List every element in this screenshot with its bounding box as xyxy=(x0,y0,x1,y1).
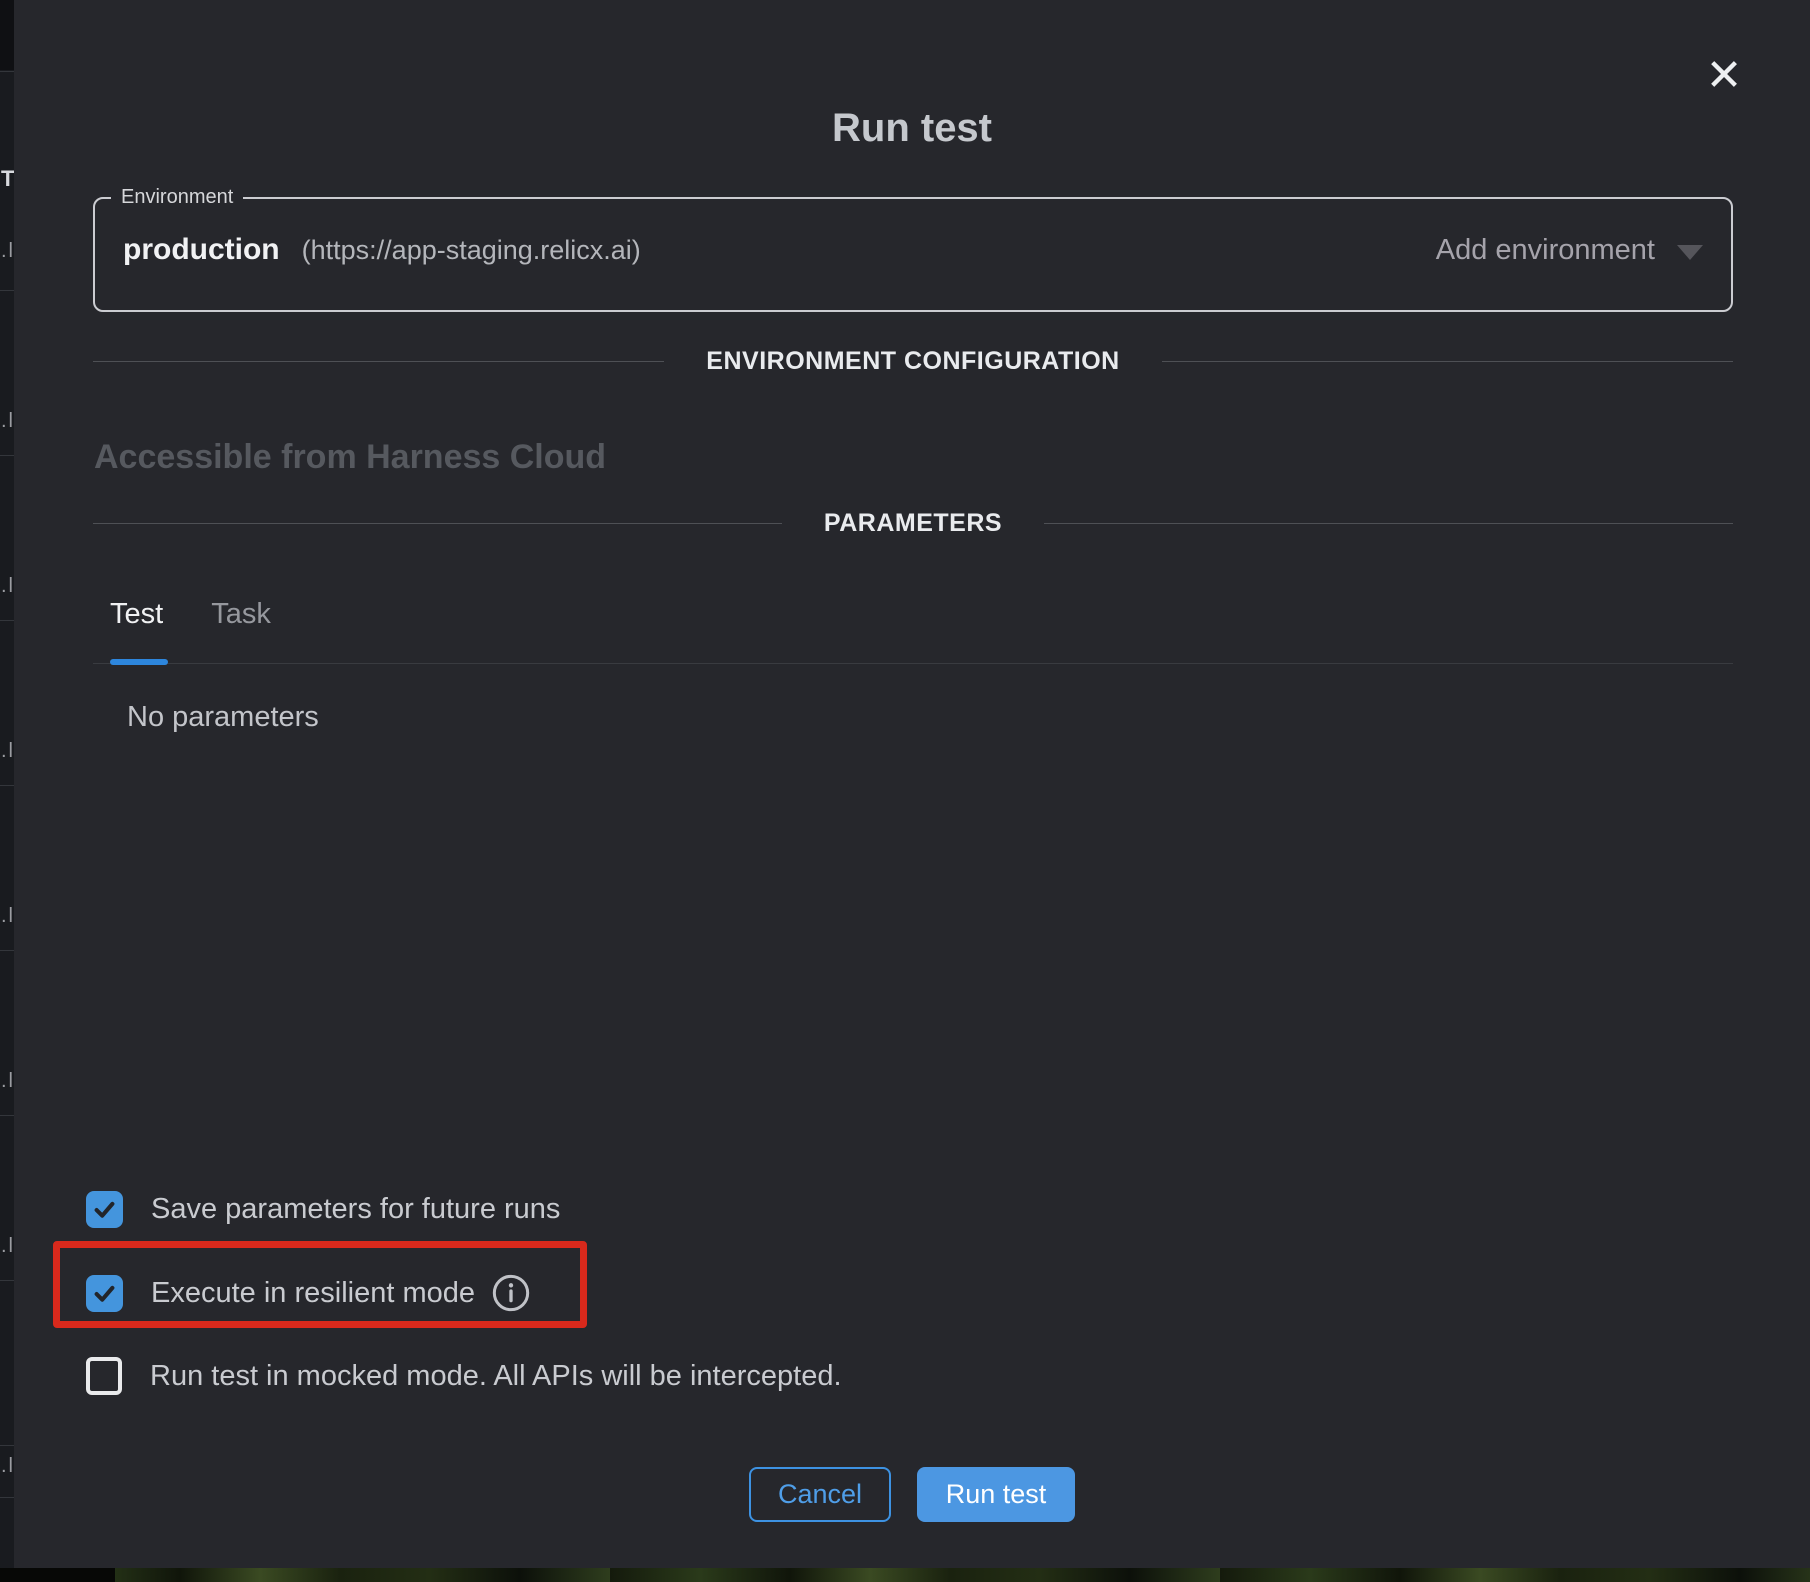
mocked-mode-checkbox[interactable] xyxy=(86,1357,122,1395)
background-text-fragment: T xyxy=(1,166,14,192)
background-row-divider xyxy=(0,620,14,621)
background-app-left-sliver: T .l ( .l ( .l ( .l ( .l ( .l ( .l ( .l … xyxy=(0,0,14,1568)
parameters-heading: PARAMETERS xyxy=(824,509,1002,538)
mocked-mode-row: Run test in mocked mode. All APIs will b… xyxy=(86,1357,842,1395)
background-row-divider xyxy=(0,71,14,72)
chevron-down-icon xyxy=(1677,245,1703,260)
background-text-fragment: .l ( xyxy=(1,740,14,763)
run-test-button[interactable]: Run test xyxy=(917,1467,1075,1522)
environment-row[interactable]: production (https://app-staging.relicx.a… xyxy=(95,209,1731,291)
background-row-divider xyxy=(0,1445,14,1446)
background-text-fragment: .l ( xyxy=(1,1235,14,1258)
resilient-mode-checkbox[interactable] xyxy=(86,1275,123,1312)
accessible-from-harness-cloud-text: Accessible from Harness Cloud xyxy=(94,438,606,477)
active-tab-indicator xyxy=(110,659,168,665)
divider-line xyxy=(93,361,664,362)
background-row-divider xyxy=(0,290,14,291)
resilient-mode-row: Execute in resilient mode xyxy=(86,1274,531,1312)
background-row-divider xyxy=(0,1115,14,1116)
tab-test[interactable]: Test xyxy=(110,598,163,631)
environment-name: production xyxy=(123,233,280,267)
environment-fieldset: Environment production (https://app-stag… xyxy=(93,186,1733,312)
checkmark-icon xyxy=(91,1196,118,1223)
dialog-title: Run test xyxy=(14,106,1810,151)
save-parameters-row: Save parameters for future runs xyxy=(86,1190,560,1228)
parameters-divider: PARAMETERS xyxy=(93,509,1733,538)
info-icon[interactable] xyxy=(491,1273,531,1313)
add-environment-dropdown[interactable]: Add environment xyxy=(1436,234,1703,267)
tab-baseline xyxy=(93,663,1733,664)
resilient-mode-label: Execute in resilient mode xyxy=(151,1277,475,1310)
checkmark-icon xyxy=(91,1280,118,1307)
add-environment-label: Add environment xyxy=(1436,234,1655,267)
background-row-divider xyxy=(0,1497,14,1498)
save-parameters-checkbox[interactable] xyxy=(86,1191,123,1228)
background-topbar-fragment xyxy=(0,0,14,70)
background-text-fragment: .l ( xyxy=(1,1070,14,1093)
background-row-divider xyxy=(0,455,14,456)
background-text-fragment: .l ( xyxy=(1,575,14,598)
background-text-fragment: .l ( xyxy=(1,240,14,263)
save-parameters-label: Save parameters for future runs xyxy=(151,1193,560,1226)
close-icon[interactable]: ✕ xyxy=(1698,50,1750,102)
dialog-actions: Cancel Run test xyxy=(14,1467,1810,1522)
environment-url: (https://app-staging.relicx.ai) xyxy=(302,235,641,266)
background-text-fragment: .l ( xyxy=(1,1455,14,1478)
no-parameters-text: No parameters xyxy=(127,701,319,734)
background-photo-strip xyxy=(0,1568,1810,1582)
screen: T .l ( .l ( .l ( .l ( .l ( .l ( .l ( .l … xyxy=(0,0,1810,1582)
divider-line xyxy=(1044,523,1733,524)
run-test-dialog: ✕ Run test Environment production (https… xyxy=(14,0,1810,1568)
mocked-mode-label: Run test in mocked mode. All APIs will b… xyxy=(150,1360,842,1393)
divider-line xyxy=(1162,361,1733,362)
background-text-fragment: .l ( xyxy=(1,410,14,433)
environment-legend: Environment xyxy=(111,186,243,209)
parameters-tabs: Test Task xyxy=(110,598,271,631)
background-row-divider xyxy=(0,1280,14,1281)
background-row-divider xyxy=(0,950,14,951)
environment-configuration-heading: ENVIRONMENT CONFIGURATION xyxy=(706,347,1119,376)
background-photo-dark-edge xyxy=(0,1568,115,1582)
background-text-fragment: .l ( xyxy=(1,905,14,928)
tab-task[interactable]: Task xyxy=(211,598,271,631)
divider-line xyxy=(93,523,782,524)
background-row-divider xyxy=(0,785,14,786)
environment-configuration-divider: ENVIRONMENT CONFIGURATION xyxy=(93,347,1733,376)
cancel-button[interactable]: Cancel xyxy=(749,1467,891,1522)
